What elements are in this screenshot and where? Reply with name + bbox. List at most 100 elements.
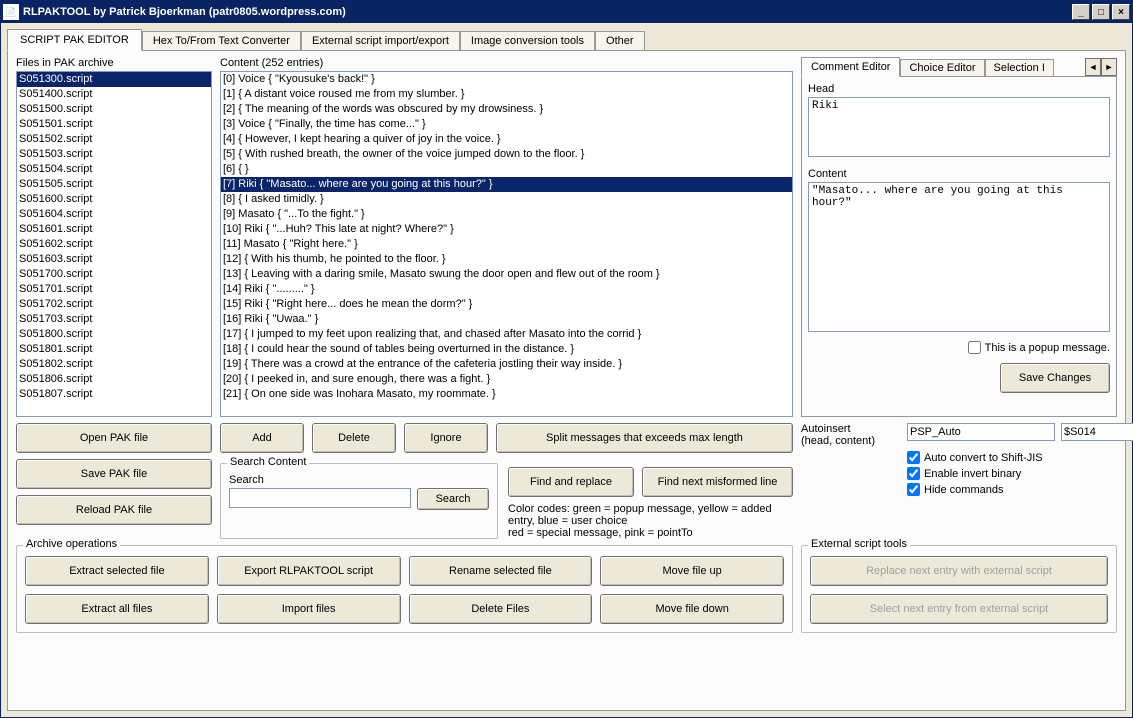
ignore-button[interactable]: Ignore [404, 423, 488, 453]
file-item[interactable]: S051300.script [17, 72, 211, 87]
autoinsert-head-input[interactable] [907, 423, 1055, 441]
file-item[interactable]: S051500.script [17, 102, 211, 117]
content-listbox[interactable]: [0] Voice { "Kyousuke's back!" }[1] { A … [220, 71, 793, 417]
content-editor-label: Content [808, 168, 1110, 180]
autoinsert-label-1: Autoinsert [801, 423, 901, 435]
tab-choice-editor[interactable]: Choice Editor [900, 59, 984, 76]
entry-item[interactable]: [12] { With his thumb, he pointed to the… [221, 252, 792, 267]
file-item[interactable]: S051703.script [17, 312, 211, 327]
save-changes-button[interactable]: Save Changes [1000, 363, 1110, 393]
tab-external-script[interactable]: External script import/export [301, 31, 460, 50]
select-external-button[interactable]: Select next entry from external script [810, 594, 1108, 624]
file-item[interactable]: S051702.script [17, 297, 211, 312]
editor-tabstrip: Comment Editor Choice Editor Selection I… [801, 57, 1117, 77]
file-item[interactable]: S051502.script [17, 132, 211, 147]
head-label: Head [808, 83, 1110, 95]
hide-commands-checkbox[interactable]: Hide commands [907, 483, 1117, 496]
tab-scroll-left-icon[interactable]: ◄ [1085, 58, 1101, 76]
search-input[interactable] [229, 488, 411, 508]
popup-label: This is a popup message. [985, 342, 1110, 354]
minimize-button[interactable]: _ [1072, 4, 1090, 20]
invert-binary-checkbox[interactable]: Enable invert binary [907, 467, 1117, 480]
entry-item[interactable]: [13] { Leaving with a daring smile, Masa… [221, 267, 792, 282]
entry-item[interactable]: [7] Riki { "Masato... where are you goin… [221, 177, 792, 192]
entry-item[interactable]: [2] { The meaning of the words was obscu… [221, 102, 792, 117]
file-item[interactable]: S051603.script [17, 252, 211, 267]
color-help-1: Color codes: green = popup message, yell… [508, 503, 793, 527]
autoinsert-content-input[interactable] [1061, 423, 1133, 441]
tab-image-tools[interactable]: Image conversion tools [460, 31, 595, 50]
rename-file-button[interactable]: Rename selected file [409, 556, 593, 586]
file-item[interactable]: S051802.script [17, 357, 211, 372]
search-group-legend: Search Content [227, 456, 309, 468]
titlebar: 📄 RLPAKTOOL by Patrick Bjoerkman (patr08… [1, 1, 1132, 23]
entry-item[interactable]: [16] Riki { "Uwaa." } [221, 312, 792, 327]
tab-comment-editor[interactable]: Comment Editor [801, 57, 900, 77]
entry-item[interactable]: [20] { I peeked in, and sure enough, the… [221, 372, 792, 387]
entry-item[interactable]: [10] Riki { "...Huh? This late at night?… [221, 222, 792, 237]
entry-item[interactable]: [14] Riki { "........." } [221, 282, 792, 297]
file-item[interactable]: S051800.script [17, 327, 211, 342]
file-item[interactable]: S051600.script [17, 192, 211, 207]
file-item[interactable]: S051602.script [17, 237, 211, 252]
entry-item[interactable]: [5] { With rushed breath, the owner of t… [221, 147, 792, 162]
move-down-button[interactable]: Move file down [600, 594, 784, 624]
file-item[interactable]: S051801.script [17, 342, 211, 357]
search-button[interactable]: Search [417, 488, 489, 510]
entry-item[interactable]: [11] Masato { "Right here." } [221, 237, 792, 252]
close-button[interactable]: × [1112, 4, 1130, 20]
file-item[interactable]: S051806.script [17, 372, 211, 387]
entry-item[interactable]: [17] { I jumped to my feet upon realizin… [221, 327, 792, 342]
import-files-button[interactable]: Import files [217, 594, 401, 624]
file-item[interactable]: S051807.script [17, 387, 211, 402]
app-icon: 📄 [3, 4, 19, 20]
color-help-2: red = special message, pink = pointTo [508, 527, 793, 539]
tab-other[interactable]: Other [595, 31, 645, 50]
file-item[interactable]: S051400.script [17, 87, 211, 102]
file-item[interactable]: S051701.script [17, 282, 211, 297]
file-item[interactable]: S051501.script [17, 117, 211, 132]
entry-item[interactable]: [3] Voice { "Finally, the time has come.… [221, 117, 792, 132]
open-pak-button[interactable]: Open PAK file [16, 423, 212, 453]
tab-hex-converter[interactable]: Hex To/From Text Converter [142, 31, 301, 50]
head-input[interactable] [808, 97, 1110, 157]
replace-external-button[interactable]: Replace next entry with external script [810, 556, 1108, 586]
entry-item[interactable]: [9] Masato { "...To the fight." } [221, 207, 792, 222]
entry-item[interactable]: [6] { } [221, 162, 792, 177]
tab-scroll-right-icon[interactable]: ► [1101, 58, 1117, 76]
entry-item[interactable]: [0] Voice { "Kyousuke's back!" } [221, 72, 792, 87]
entry-item[interactable]: [1] { A distant voice roused me from my … [221, 87, 792, 102]
file-item[interactable]: S051700.script [17, 267, 211, 282]
move-up-button[interactable]: Move file up [600, 556, 784, 586]
external-group-legend: External script tools [808, 538, 910, 550]
entry-item[interactable]: [18] { I could hear the sound of tables … [221, 342, 792, 357]
tab-script-pak-editor[interactable]: SCRIPT PAK EDITOR [7, 29, 142, 51]
find-replace-button[interactable]: Find and replace [508, 467, 634, 497]
delete-files-button[interactable]: Delete Files [409, 594, 593, 624]
find-misformed-button[interactable]: Find next misformed line [642, 467, 793, 497]
content-input[interactable] [808, 182, 1110, 332]
entry-item[interactable]: [8] { I asked timidly. } [221, 192, 792, 207]
extract-selected-button[interactable]: Extract selected file [25, 556, 209, 586]
add-button[interactable]: Add [220, 423, 304, 453]
extract-all-button[interactable]: Extract all files [25, 594, 209, 624]
files-listbox[interactable]: S051300.scriptS051400.scriptS051500.scri… [16, 71, 212, 417]
entry-item[interactable]: [19] { There was a crowd at the entrance… [221, 357, 792, 372]
export-script-button[interactable]: Export RLPAKTOOL script [217, 556, 401, 586]
popup-checkbox[interactable]: This is a popup message. [968, 341, 1110, 354]
file-item[interactable]: S051505.script [17, 177, 211, 192]
save-pak-button[interactable]: Save PAK file [16, 459, 212, 489]
file-item[interactable]: S051601.script [17, 222, 211, 237]
file-item[interactable]: S051503.script [17, 147, 211, 162]
shiftjis-checkbox[interactable]: Auto convert to Shift-JIS [907, 451, 1117, 464]
file-item[interactable]: S051604.script [17, 207, 211, 222]
split-messages-button[interactable]: Split messages that exceeds max length [496, 423, 793, 453]
entry-item[interactable]: [21] { On one side was Inohara Masato, m… [221, 387, 792, 402]
tab-selection[interactable]: Selection I [985, 59, 1054, 76]
entry-item[interactable]: [4] { However, I kept hearing a quiver o… [221, 132, 792, 147]
file-item[interactable]: S051504.script [17, 162, 211, 177]
reload-pak-button[interactable]: Reload PAK file [16, 495, 212, 525]
maximize-button[interactable]: □ [1092, 4, 1110, 20]
delete-button[interactable]: Delete [312, 423, 396, 453]
entry-item[interactable]: [15] Riki { "Right here... does he mean … [221, 297, 792, 312]
